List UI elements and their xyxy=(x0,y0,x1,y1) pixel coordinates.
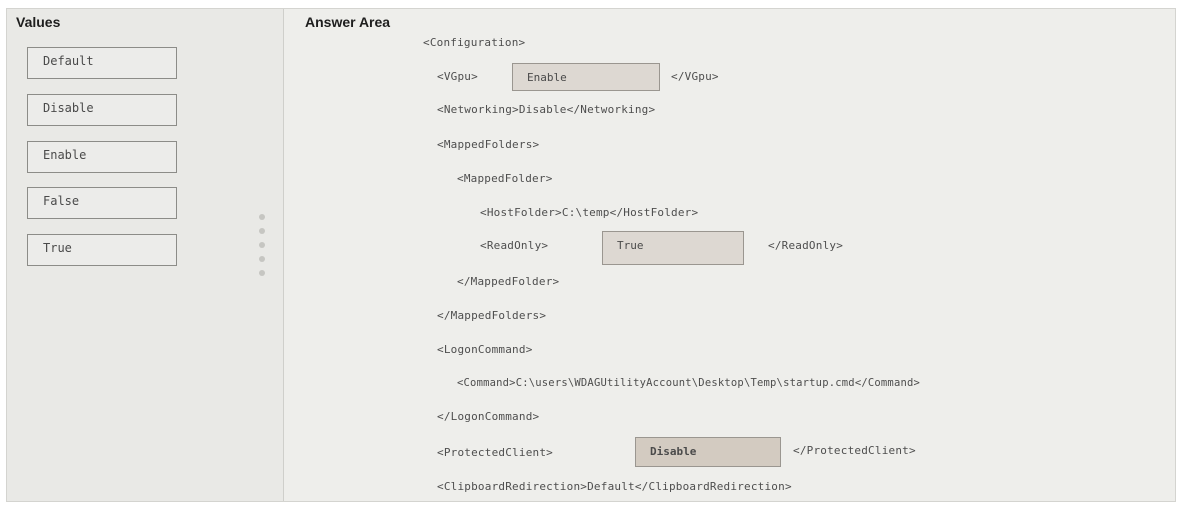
read-only-drop-slot[interactable]: True xyxy=(602,231,744,265)
value-tile-true[interactable]: True xyxy=(27,234,177,266)
mapped-folder-close-tag: </MappedFolder> xyxy=(457,275,560,288)
scroll-handle[interactable] xyxy=(256,214,268,284)
command-line: <Command>C:\users\WDAGUtilityAccount\Des… xyxy=(457,377,921,389)
scroll-dot-icon xyxy=(259,228,265,234)
scroll-dot-icon xyxy=(259,214,265,220)
protected-client-open-tag: <ProtectedClient> xyxy=(437,446,553,459)
configuration-open-tag: <Configuration> xyxy=(423,36,526,49)
values-panel: Values Default Disable Enable False True xyxy=(7,9,284,501)
networking-line: <Networking>Disable</Networking> xyxy=(437,103,656,116)
host-folder-line: <HostFolder>C:\temp</HostFolder> xyxy=(480,206,699,219)
value-tile-enable[interactable]: Enable xyxy=(27,141,177,173)
drag-drop-question: Values Default Disable Enable False True… xyxy=(6,8,1176,502)
value-tile-default[interactable]: Default xyxy=(27,47,177,79)
vgpu-close-tag: </VGpu> xyxy=(671,70,719,83)
read-only-close-tag: </ReadOnly> xyxy=(768,239,844,252)
value-tile-false[interactable]: False xyxy=(27,187,177,219)
read-only-open-tag: <ReadOnly> xyxy=(480,239,549,252)
vgpu-drop-slot[interactable]: Enable xyxy=(512,63,660,91)
logon-command-open-tag: <LogonCommand> xyxy=(437,343,533,356)
logon-command-close-tag: </LogonCommand> xyxy=(437,410,540,423)
answer-area-title: Answer Area xyxy=(305,14,391,30)
scroll-dot-icon xyxy=(259,270,265,276)
scroll-dot-icon xyxy=(259,242,265,248)
protected-client-drop-slot[interactable]: Disable xyxy=(635,437,781,467)
mapped-folder-open-tag: <MappedFolder> xyxy=(457,172,553,185)
mapped-folders-open-tag: <MappedFolders> xyxy=(437,138,540,151)
value-tile-disable[interactable]: Disable xyxy=(27,94,177,126)
answer-area: Answer Area <Configuration> <VGpu> Enabl… xyxy=(284,9,1175,501)
mapped-folders-close-tag: </MappedFolders> xyxy=(437,309,547,322)
vgpu-open-tag: <VGpu> xyxy=(437,70,478,83)
values-title: Values xyxy=(16,14,61,30)
scroll-dot-icon xyxy=(259,256,265,262)
protected-client-close-tag: </ProtectedClient> xyxy=(793,444,916,457)
clipboard-redirection-line: <ClipboardRedirection>Default</Clipboard… xyxy=(437,480,792,493)
